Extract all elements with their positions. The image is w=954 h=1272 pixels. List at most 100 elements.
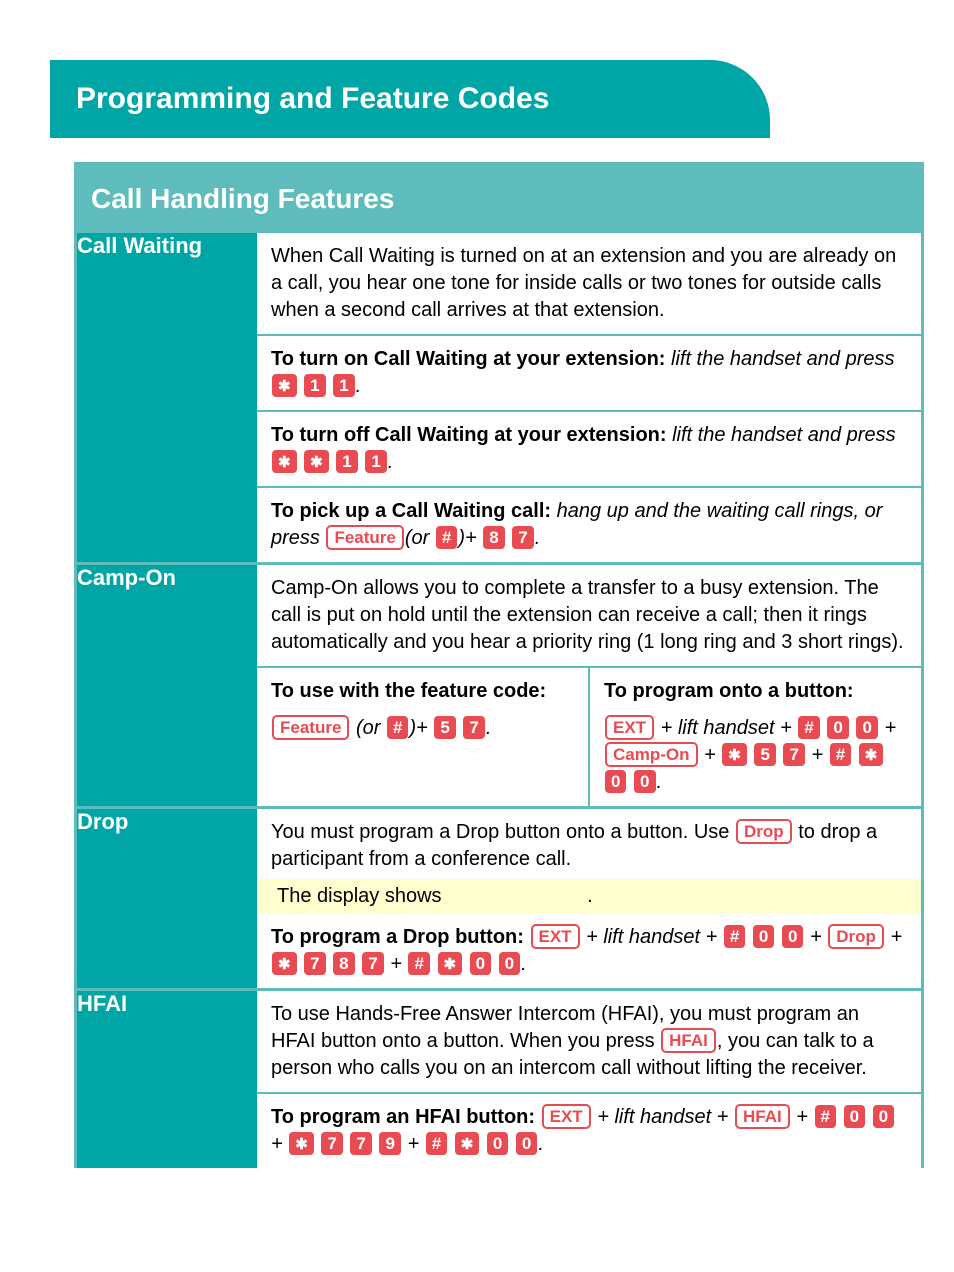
period: . (538, 1133, 544, 1155)
lift: + lift handset + (581, 926, 723, 948)
row-content-hfai: To use Hands-Free Answer Intercom (HFAI)… (257, 990, 921, 1169)
camp-on-desc: Camp-On allows you to complete a transfe… (257, 565, 921, 668)
drop-highlight: The display shows . (257, 879, 921, 914)
period: . (486, 717, 492, 739)
key-0: 0 (844, 1105, 865, 1128)
btn-hfai: HFAI (735, 1104, 790, 1129)
period: . (521, 953, 527, 975)
hfai-desc: To use Hands-Free Answer Intercom (HFAI)… (257, 991, 921, 1094)
btn-ext: EXT (531, 924, 580, 949)
key-7: 7 (783, 743, 804, 766)
key-hash: # (408, 952, 429, 975)
btn-drop: Drop (736, 819, 792, 844)
key-5: 5 (434, 716, 455, 739)
key-0: 0 (856, 716, 877, 739)
btn-feature: Feature (326, 525, 403, 550)
key-star (272, 450, 297, 473)
hfai-prog-lead: To program an HFAI button: (271, 1106, 541, 1128)
row-label-hfai: HFAI (77, 990, 257, 1169)
plus: + (791, 1106, 814, 1128)
key-0: 0 (605, 770, 626, 793)
cw-off-lead: To turn off Call Waiting at your extensi… (271, 424, 672, 446)
cw-pick-lead: To pick up a Call Waiting call: (271, 500, 557, 522)
btn-ext: EXT (605, 715, 654, 740)
call-waiting-off: To turn off Call Waiting at your extensi… (257, 412, 921, 488)
plus: + (385, 953, 408, 975)
camp-on-left: To use with the feature code: Feature (o… (257, 668, 590, 806)
row-call-waiting: Call Waiting When Call Waiting is turned… (77, 233, 921, 564)
key-7: 7 (304, 952, 325, 975)
plus: + (271, 1133, 288, 1155)
row-label-camp-on: Camp-On (77, 564, 257, 808)
period: . (356, 375, 362, 397)
or: (or (405, 527, 435, 549)
key-star (722, 743, 747, 766)
period: . (535, 527, 541, 549)
drop-highlight-text: The display shows (277, 885, 442, 907)
plus: + (402, 1133, 425, 1155)
key-star (272, 374, 297, 397)
key-7: 7 (321, 1132, 342, 1155)
key-0: 0 (487, 1132, 508, 1155)
row-content-call-waiting: When Call Waiting is turned on at an ext… (257, 233, 921, 564)
key-star (438, 952, 463, 975)
key-star (455, 1132, 480, 1155)
row-label-call-waiting: Call Waiting (77, 233, 257, 564)
period: . (388, 451, 394, 473)
key-1: 1 (336, 450, 357, 473)
plus: + (804, 926, 827, 948)
btn-feature: Feature (272, 715, 349, 740)
drop-desc-a: You must program a Drop button onto a bu… (271, 821, 735, 843)
camp-on-columns: To use with the feature code: Feature (o… (257, 668, 921, 806)
page-header: Programming and Feature Codes (50, 60, 924, 138)
row-camp-on: Camp-On Camp-On allows you to complete a… (77, 564, 921, 808)
key-8: 8 (333, 952, 354, 975)
features-table: Call Waiting When Call Waiting is turned… (77, 233, 921, 1168)
key-hash: # (426, 1132, 447, 1155)
camp-on-right: To program onto a button: EXT + lift han… (590, 668, 921, 806)
key-hash: # (387, 716, 408, 739)
plus: )+ (409, 717, 433, 739)
or: (or (350, 717, 386, 739)
row-label-drop: Drop (77, 808, 257, 990)
plus: + (879, 717, 896, 739)
key-star (272, 952, 297, 975)
row-content-camp-on: Camp-On allows you to complete a transfe… (257, 564, 921, 808)
call-waiting-on: To turn on Call Waiting at your extensio… (257, 336, 921, 412)
btn-ext: EXT (542, 1104, 591, 1129)
cw-on-action: lift the handset and press (671, 348, 894, 370)
key-8: 8 (483, 526, 504, 549)
key-0: 0 (782, 925, 803, 948)
key-7: 7 (362, 952, 383, 975)
drop-desc: You must program a Drop button onto a bu… (257, 809, 921, 879)
key-0: 0 (873, 1105, 894, 1128)
row-hfai: HFAI To use Hands-Free Answer Intercom (… (77, 990, 921, 1169)
key-0: 0 (753, 925, 774, 948)
drop-prog-lead: To program a Drop button: (271, 926, 530, 948)
hfai-program: To program an HFAI button: EXT + lift ha… (257, 1094, 921, 1168)
key-0: 0 (499, 952, 520, 975)
drop-highlight-end: . (587, 885, 593, 907)
drop-program: To program a Drop button: EXT + lift han… (257, 914, 921, 988)
lift: + lift handset + (655, 717, 797, 739)
plus: )+ (458, 527, 482, 549)
call-waiting-pickup: To pick up a Call Waiting call: hang up … (257, 488, 921, 562)
cw-off-action: lift the handset and press (672, 424, 895, 446)
btn-drop: Drop (828, 924, 884, 949)
period: . (657, 771, 663, 793)
content-frame: Call Handling Features Call Waiting When… (74, 162, 924, 1168)
cw-on-lead: To turn on Call Waiting at your extensio… (271, 348, 671, 370)
key-hash: # (830, 743, 851, 766)
key-hash: # (436, 526, 457, 549)
key-hash: # (798, 716, 819, 739)
key-7: 7 (512, 526, 533, 549)
key-star (289, 1132, 314, 1155)
key-star (304, 450, 329, 473)
btn-hfai: HFAI (661, 1028, 716, 1053)
page-title: Programming and Feature Codes (50, 60, 770, 138)
key-0: 0 (827, 716, 848, 739)
key-7: 7 (463, 716, 484, 739)
plus: + (806, 744, 829, 766)
key-9: 9 (379, 1132, 400, 1155)
call-waiting-desc: When Call Waiting is turned on at an ext… (257, 233, 921, 336)
